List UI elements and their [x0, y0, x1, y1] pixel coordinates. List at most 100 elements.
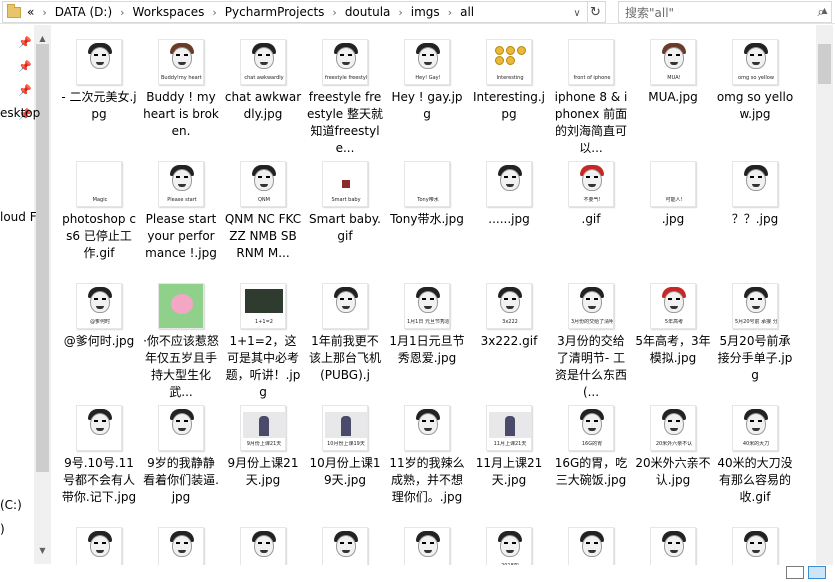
- nav-scroll-up-icon[interactable]: ▲: [34, 34, 51, 43]
- details-view-button[interactable]: [786, 566, 804, 579]
- crumb-imgs[interactable]: imgs: [411, 5, 440, 19]
- crumb-all[interactable]: all: [460, 5, 474, 19]
- file-item[interactable]: Tony带水 Tony带水.jpg: [386, 161, 468, 228]
- file-item[interactable]: 5年高考 5年高考，3年模拟.jpg: [632, 283, 714, 367]
- image-thumbnail: Please start: [158, 161, 204, 207]
- thumbnail-art: [504, 542, 508, 544]
- image-thumbnail: [76, 405, 122, 451]
- thumbnail-art: [254, 169, 274, 191]
- file-item[interactable]: 5月20号前 承接 分手单子 5月20号前承接分手单子.jpg: [714, 283, 796, 384]
- thumbnail-caption: 20米外六亲不认: [655, 441, 693, 447]
- file-item[interactable]: 3月份的交给了清明节 3月份的交给了清明节- 工资是什么东西(...: [550, 283, 632, 401]
- nav-item[interactable]: loud F: [0, 210, 37, 224]
- file-name: iphone 8 & iphonex 前面的刘海简直可以...: [554, 90, 628, 155]
- file-item[interactable]: front of iphone iphone 8 & iphonex 前面的刘海简…: [550, 39, 632, 157]
- file-item[interactable]: 1月1日 元旦节秀恩爱 1月1日元旦节秀恩爱.jpg: [386, 283, 468, 367]
- separator-icon[interactable]: ›: [120, 6, 124, 19]
- thumbnail-art: [418, 413, 438, 435]
- thumbnail-art: [586, 420, 590, 422]
- thumbnail-art: [172, 47, 192, 69]
- crumb-drive[interactable]: DATA (D:): [55, 5, 112, 19]
- file-name: photoshop cs6 已停止工作.gif: [62, 212, 136, 260]
- file-item[interactable]: 不要气! .gif: [550, 161, 632, 228]
- file-name: 3月份的交给了清明节- 工资是什么东西(...: [554, 334, 627, 399]
- thumbnail-art: [750, 176, 754, 178]
- file-item[interactable]: Smart baby Smart baby.gif: [304, 161, 386, 245]
- file-name: 11月上课21天.jpg: [475, 456, 543, 487]
- crumb-workspaces[interactable]: Workspaces: [133, 5, 205, 19]
- search-input[interactable]: 搜索"all" ⌕: [618, 1, 832, 23]
- image-thumbnail: Interesting: [486, 39, 532, 85]
- thumbnail-art: [664, 47, 684, 69]
- file-item[interactable]: ？？.jpg: [714, 161, 796, 228]
- file-item[interactable]: 20米外六亲不认 20米外六亲不认.jpg: [632, 405, 714, 489]
- file-item[interactable]: freestyle freestyle freestyle freestyle 整…: [304, 39, 386, 157]
- separator-icon[interactable]: ›: [448, 6, 452, 19]
- file-item[interactable]: 16G的胃 16G的胃，吃三大碗饭.jpg: [550, 405, 632, 489]
- history-dropdown-icon[interactable]: ∨: [569, 3, 585, 23]
- file-name: 20米外六亲不认.jpg: [635, 456, 711, 487]
- file-item[interactable]: 可能人! .jpg: [632, 161, 714, 228]
- file-item[interactable]: MUA! MUA.jpg: [632, 39, 714, 106]
- image-thumbnail: 10月份上课19天: [322, 405, 368, 451]
- thumbnail-art: [500, 169, 520, 191]
- thumbnail-art: [512, 542, 516, 544]
- image-thumbnail: omg so yellow: [732, 39, 778, 85]
- nav-item[interactable]: ): [0, 522, 5, 536]
- file-name: .gif: [581, 212, 601, 226]
- separator-icon[interactable]: ›: [332, 6, 336, 19]
- crumb-pycharmprojects[interactable]: PycharmProjects: [225, 5, 325, 19]
- thumbnail-art: [746, 169, 766, 191]
- nav-item[interactable]: (C:): [0, 498, 22, 512]
- back-chevrons-icon[interactable]: «: [27, 5, 34, 19]
- file-item[interactable]: chat awkwardly chat awkwardly.jpg: [222, 39, 304, 123]
- file-item[interactable]: 10月份上课19天 10月份上课19天.jpg: [304, 405, 386, 489]
- file-item[interactable]: 3x222 3x222.gif: [468, 283, 550, 350]
- file-grid: - 二次元美女.jpgBuddy!my heart is brokenBuddy…: [52, 25, 816, 582]
- nav-scroll-down-icon[interactable]: ▼: [34, 546, 51, 555]
- file-item[interactable]: Hey! Gay! Hey ! gay.jpg: [386, 39, 468, 123]
- thumbnail-art: [102, 54, 106, 56]
- thumbnail-art: [586, 542, 590, 544]
- file-item[interactable]: Interesting Interesting.jpg: [468, 39, 550, 123]
- crumb-doutula[interactable]: doutula: [345, 5, 391, 19]
- file-item[interactable]: 11岁的我辣么成熟，并不想理你们。.jpg: [386, 405, 468, 506]
- file-name: .jpg: [661, 212, 685, 226]
- image-thumbnail: freestyle freestyle: [322, 39, 368, 85]
- file-item[interactable]: 9号.10号.11号都不会有人带你.记下.jpg: [58, 405, 140, 506]
- thumbnail-art: [750, 542, 754, 544]
- file-item[interactable]: 1年前我更不该上那台飞机(PUBG).j: [304, 283, 386, 384]
- file-item[interactable]: Magic photoshop cs6 已停止工作.gif: [58, 161, 140, 262]
- content-scrollbar[interactable]: [816, 25, 833, 565]
- file-item[interactable]: - 二次元美女.jpg: [58, 39, 140, 123]
- file-item[interactable]: QNM QNM NC FKC ZZ NMB SB RNM M...: [222, 161, 304, 262]
- file-item[interactable]: 9月份上课21天 9月份上课21天.jpg: [222, 405, 304, 489]
- thumbnail-art: [336, 47, 356, 69]
- file-item[interactable]: 11月上课21天 11月上课21天.jpg: [468, 405, 550, 489]
- file-item[interactable]: Buddy!my heart is broken Buddy ! my heart…: [140, 39, 222, 140]
- file-item[interactable]: 40米的大刀 40米的大刀没有那么容易的收.gif: [714, 405, 796, 506]
- content-scrollbar-thumb[interactable]: [818, 44, 831, 84]
- file-item[interactable]: ......jpg: [468, 161, 550, 228]
- large-icons-view-button[interactable]: [808, 566, 826, 579]
- image-thumbnail: 可能人!: [650, 161, 696, 207]
- breadcrumb[interactable]: « › DATA (D:) › Workspaces › PycharmProj…: [2, 1, 588, 23]
- refresh-button[interactable]: ↻: [586, 1, 606, 23]
- file-item[interactable]: 9岁的我静静看着你们装逼.jpg: [140, 405, 222, 506]
- file-item[interactable]: omg so yellow omg so yellow.jpg: [714, 39, 796, 123]
- thumbnail-art: [495, 46, 504, 55]
- thumbnail-art: [676, 420, 680, 422]
- separator-icon[interactable]: ›: [398, 6, 402, 19]
- file-item[interactable]: 1+1=2 1+1=2，这可是其中必考题，听讲！.jpg: [222, 283, 304, 401]
- separator-icon[interactable]: ›: [212, 6, 216, 19]
- file-item[interactable]: @爹何时 @爹何时.jpg: [58, 283, 140, 350]
- file-item[interactable]: ·你不应该惹怒年仅五岁且手持大型生化武...: [140, 283, 222, 401]
- thumbnail-art: [594, 298, 598, 300]
- file-item[interactable]: Please start Please start your performanc…: [140, 161, 222, 262]
- content-scroll-up-icon[interactable]: ▲: [816, 6, 833, 15]
- file-name: Buddy ! my heart is broken.: [143, 90, 219, 138]
- thumbnail-caption: chat awkwardly: [244, 75, 284, 81]
- file-name: 3x222.gif: [480, 334, 538, 348]
- thumbnail-art: [430, 420, 434, 422]
- nav-item[interactable]: esktop: [0, 106, 40, 120]
